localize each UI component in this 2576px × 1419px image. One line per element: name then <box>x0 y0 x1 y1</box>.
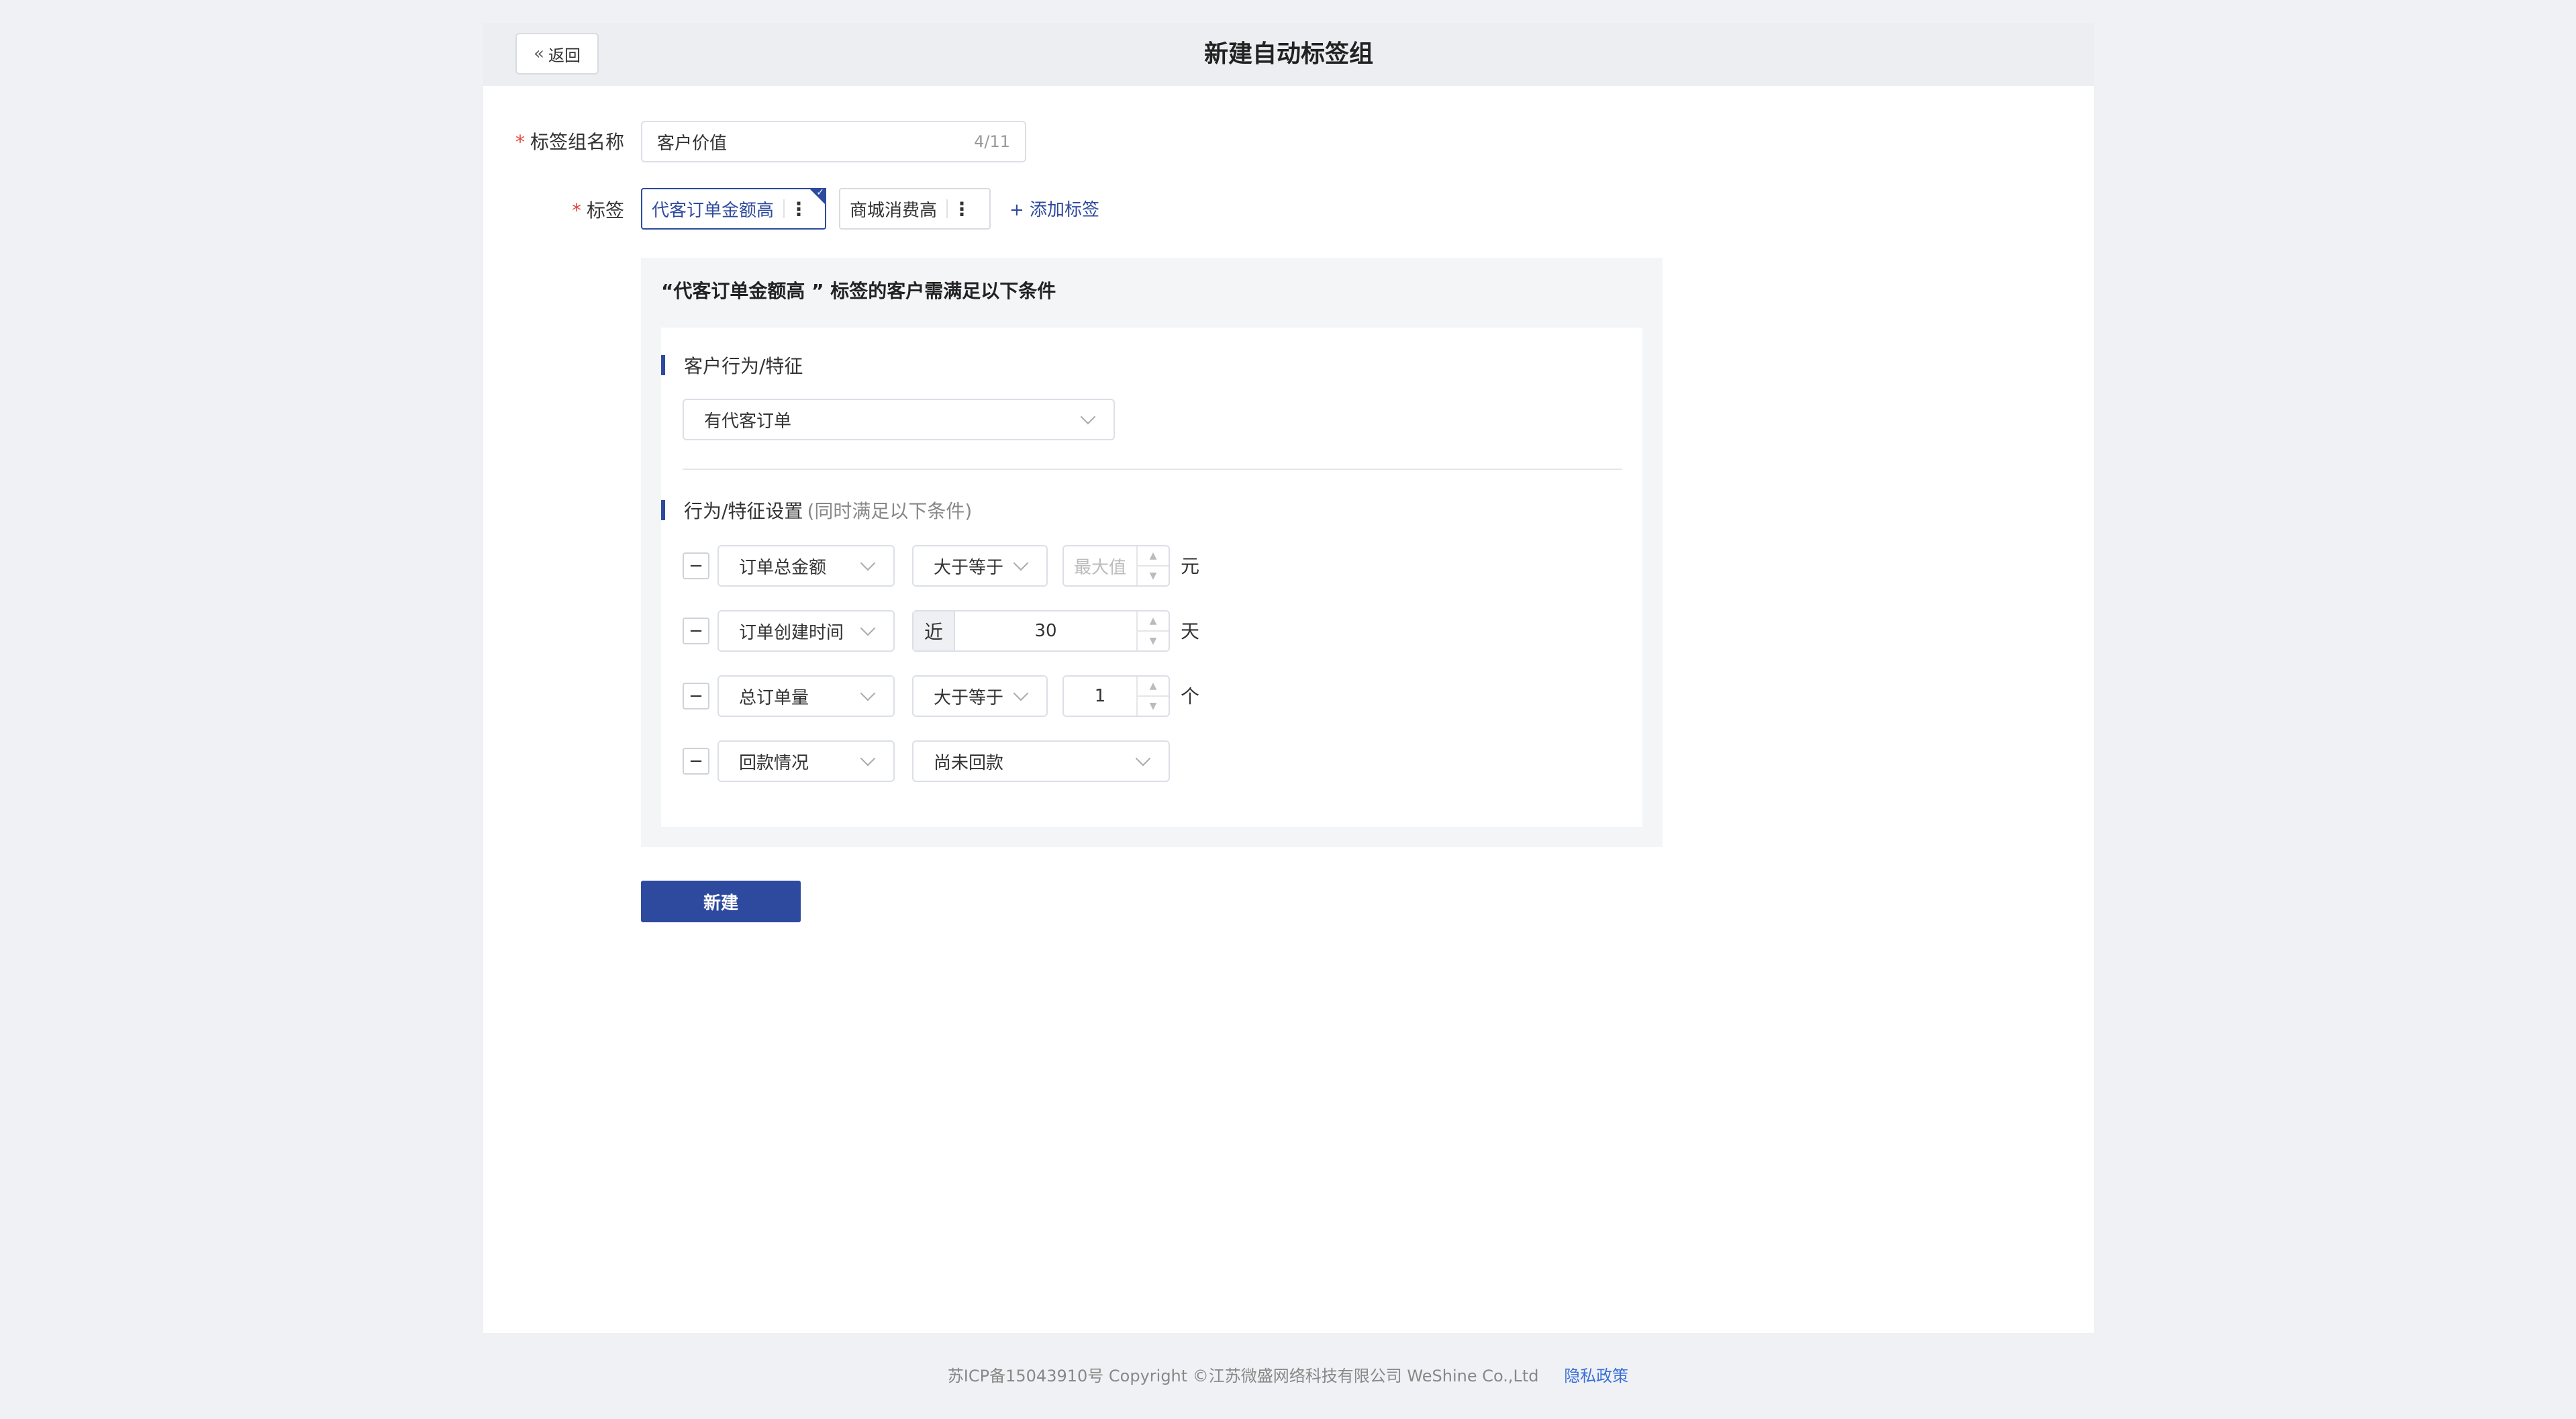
amount-input[interactable]: 最大值 ▲ ▼ <box>1062 545 1170 587</box>
required-mark: * <box>515 131 525 153</box>
chevron-down-icon <box>860 620 876 636</box>
condition-box: 客户行为/特征 有代客订单 行为/特征设置 (同时满足以下条件) − 订单总金额… <box>661 328 1642 827</box>
privacy-link[interactable]: 隐私政策 <box>1564 1367 1628 1385</box>
section-bar <box>661 500 665 520</box>
remove-condition-button[interactable]: − <box>683 552 709 579</box>
top-bar: 新建自动标签组 « 返回 <box>483 23 2094 86</box>
settings-hint: (同时满足以下条件) <box>807 500 973 522</box>
tags-label: * 标签 <box>571 199 624 222</box>
chevron-down-icon <box>1013 685 1029 701</box>
back-label: 返回 <box>548 46 581 65</box>
condition-panel: “代客订单金额高 ” 标签的客户需满足以下条件 客户行为/特征 有代客订单 行为… <box>641 258 1663 847</box>
name-label: * 标签组名称 <box>515 131 624 153</box>
chevron-down-icon <box>1135 750 1151 767</box>
condition-field-select[interactable]: 订单创建时间 <box>717 610 895 652</box>
settings-section-header: 行为/特征设置 (同时满足以下条件) <box>661 497 972 524</box>
step-down-icon[interactable]: ▼ <box>1138 630 1169 650</box>
more-vertical-icon[interactable]: ⋮ <box>948 198 976 220</box>
step-up-icon[interactable]: ▲ <box>1138 546 1169 565</box>
tag-label: 商城消费高 <box>850 200 938 221</box>
behavior-section-header: 客户行为/特征 <box>661 352 803 379</box>
add-tag-link[interactable]: + 添加标签 <box>1009 196 1099 221</box>
condition-title: “代客订单金额高 ” 标签的客户需满足以下条件 <box>661 280 1056 302</box>
payment-status-select[interactable]: 尚未回款 <box>912 740 1170 782</box>
chevron-down-icon <box>1080 409 1096 425</box>
tag-chip[interactable]: 商城消费高 ⋮ <box>839 188 991 230</box>
condition-field-select[interactable]: 回款情况 <box>717 740 895 782</box>
remove-condition-button[interactable]: − <box>683 618 709 644</box>
create-button[interactable]: 新建 <box>641 881 801 922</box>
remove-condition-button[interactable]: − <box>683 683 709 710</box>
footer: 苏ICP备15043910号 Copyright ©江苏微盛网络科技有限公司 W… <box>0 1363 2576 1386</box>
copyright-text: 苏ICP备15043910号 Copyright ©江苏微盛网络科技有限公司 W… <box>947 1367 1539 1385</box>
tag-label: 代客订单金额高 <box>652 200 775 221</box>
order-count-value: 1 <box>1094 686 1106 706</box>
stepper[interactable]: ▲ ▼ <box>1136 546 1169 585</box>
operator-select[interactable]: 大于等于 <box>912 545 1048 587</box>
unit-label: 元 <box>1181 555 1200 577</box>
order-count-input[interactable]: 1 ▲ ▼ <box>1062 675 1170 717</box>
group-name-input[interactable]: 客户价值 4/11 <box>641 121 1026 162</box>
behavior-select[interactable]: 有代客订单 <box>683 399 1115 440</box>
chevron-down-icon <box>1013 555 1029 571</box>
condition-field-select[interactable]: 总订单量 <box>717 675 895 717</box>
step-down-icon[interactable]: ▼ <box>1138 565 1169 585</box>
chevron-down-icon <box>860 685 876 701</box>
remove-condition-button[interactable]: − <box>683 748 709 775</box>
condition-field-select[interactable]: 订单总金额 <box>717 545 895 587</box>
section-bar <box>661 355 665 375</box>
days-input[interactable]: 近 30 ▲ ▼ <box>912 610 1170 652</box>
back-button[interactable]: « 返回 <box>515 33 599 75</box>
chevron-down-icon <box>860 750 876 767</box>
days-prefix: 近 <box>913 611 955 650</box>
unit-label: 个 <box>1181 685 1200 707</box>
required-mark: * <box>571 199 581 222</box>
page-title: 新建自动标签组 <box>1203 40 1373 68</box>
stepper[interactable]: ▲ ▼ <box>1136 611 1169 650</box>
step-down-icon[interactable]: ▼ <box>1138 695 1169 716</box>
char-count: 4/11 <box>974 132 1010 151</box>
chevron-down-icon <box>860 555 876 571</box>
amount-placeholder: 最大值 <box>1073 557 1126 578</box>
double-chevron-left-icon: « <box>534 44 544 64</box>
step-up-icon[interactable]: ▲ <box>1138 611 1169 630</box>
step-up-icon[interactable]: ▲ <box>1138 677 1169 695</box>
group-name-value: 客户价值 <box>657 133 728 154</box>
days-value: 30 <box>1034 621 1057 641</box>
stepper[interactable]: ▲ ▼ <box>1136 677 1169 716</box>
check-icon: ✓ <box>816 187 824 198</box>
divider <box>683 469 1622 470</box>
unit-label: 天 <box>1181 620 1200 642</box>
operator-select[interactable]: 大于等于 <box>912 675 1048 717</box>
tag-chip-active[interactable]: 代客订单金额高 ⋮ ✓ <box>641 187 826 230</box>
